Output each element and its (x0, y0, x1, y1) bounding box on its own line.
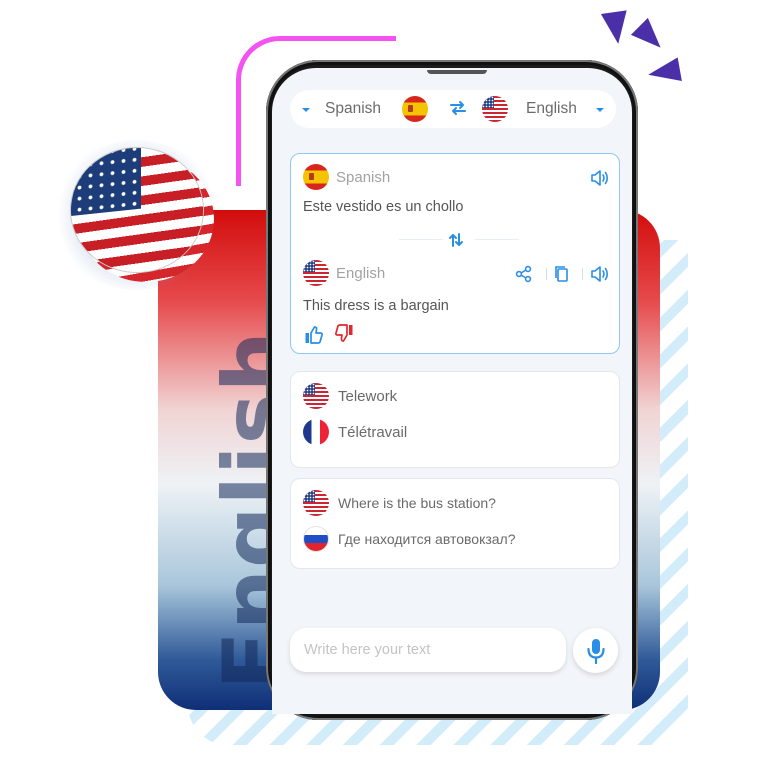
share-icon (515, 265, 532, 283)
phrase-text: Where is the bus station? (338, 495, 496, 511)
phone-speaker (427, 70, 487, 74)
us-flag-coin-icon (70, 147, 204, 273)
source-text: Este vestido es un chollo (303, 199, 464, 215)
ru-flag-icon (303, 526, 329, 552)
swap-arrows-icon (450, 101, 466, 115)
phrase-text: Где находится автовокзал? (338, 531, 516, 547)
dislike-button[interactable] (333, 322, 355, 344)
microphone-button[interactable] (573, 628, 618, 673)
target-language-label: English (336, 264, 386, 282)
action-separator (582, 268, 583, 280)
thumbs-up-icon (305, 326, 323, 344)
spark-decoration (630, 17, 670, 57)
translation-card: Spanish Este vestido es un chollo Englis… (290, 153, 620, 354)
spark-decoration (646, 57, 682, 87)
source-speak-button[interactable] (589, 167, 611, 189)
source-language-select[interactable]: Spanish (325, 100, 381, 118)
fr-flag-icon (303, 419, 329, 445)
phrase-text: Telework (338, 387, 398, 405)
coin-stars (71, 148, 141, 216)
us-flag-icon (303, 260, 329, 286)
divider (475, 239, 519, 240)
target-speak-button[interactable] (589, 263, 611, 285)
phrase-row: Где находится автовокзал? (303, 526, 516, 552)
es-flag-icon (303, 164, 329, 190)
source-header: Spanish (303, 164, 390, 190)
phrase-card[interactable]: Where is the bus station? Где находится … (290, 478, 620, 569)
us-flag-icon (482, 96, 508, 122)
target-text: This dress is a bargain (303, 298, 449, 314)
like-button[interactable] (303, 324, 325, 346)
thumbs-down-icon (335, 324, 353, 342)
text-input[interactable] (290, 628, 566, 672)
source-language-label: Spanish (336, 168, 391, 186)
copy-button[interactable] (551, 263, 573, 285)
caret-down-icon[interactable] (302, 108, 310, 112)
phone-screen: Spanish English Spanish Este vestido es … (272, 68, 632, 714)
us-flag-icon (303, 490, 329, 516)
phrase-row: Telework (303, 383, 397, 409)
phrase-row: Where is the bus station? (303, 490, 496, 516)
swap-languages-button[interactable] (448, 98, 468, 118)
speaker-icon (591, 266, 609, 282)
spark-decoration (600, 10, 632, 46)
es-flag-icon (402, 96, 428, 122)
speaker-icon (591, 170, 609, 186)
phrase-card[interactable]: Telework Télétravail (290, 371, 620, 468)
language-selector-bar: Spanish English (290, 90, 616, 128)
target-language-select[interactable]: English (526, 100, 577, 118)
caret-down-icon[interactable] (596, 108, 604, 112)
action-separator (546, 268, 547, 280)
microphone-icon (586, 638, 605, 664)
phrase-row: Télétravail (303, 419, 407, 445)
swap-vertical-icon (449, 233, 463, 247)
divider (399, 239, 443, 240)
us-flag-icon (303, 383, 329, 409)
target-header: English (303, 260, 385, 286)
share-button[interactable] (513, 263, 535, 285)
phrase-text: Télétravail (338, 423, 408, 441)
swap-direction-button[interactable] (445, 229, 467, 251)
copy-icon (555, 266, 568, 282)
